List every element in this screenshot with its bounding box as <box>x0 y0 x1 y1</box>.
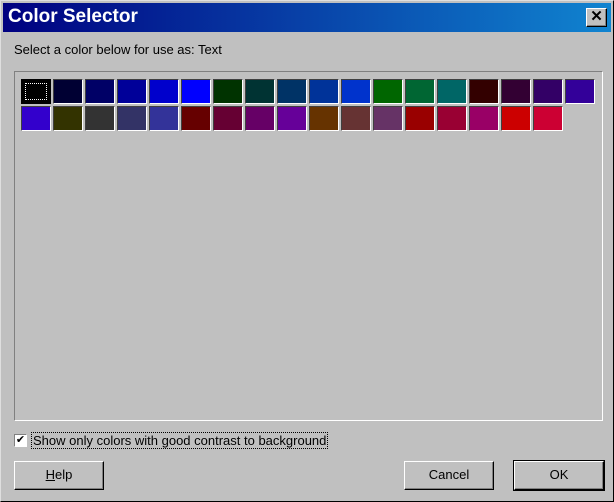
color-swatch[interactable] <box>117 79 147 104</box>
color-swatch[interactable] <box>373 79 403 104</box>
color-swatch[interactable] <box>85 106 115 131</box>
color-swatch[interactable] <box>277 106 307 131</box>
close-button[interactable]: ✕ <box>586 8 607 27</box>
color-swatch[interactable] <box>213 106 243 131</box>
color-swatch[interactable] <box>245 106 275 131</box>
color-swatch[interactable] <box>85 79 115 104</box>
color-swatch[interactable] <box>53 79 83 104</box>
color-swatch[interactable] <box>405 106 435 131</box>
color-swatch[interactable] <box>181 106 211 131</box>
color-swatch[interactable] <box>533 79 563 104</box>
color-swatch[interactable] <box>437 79 467 104</box>
color-selector-dialog: Color Selector ✕ Select a color below fo… <box>0 0 614 502</box>
color-swatch[interactable] <box>149 106 179 131</box>
color-swatch[interactable] <box>373 106 403 131</box>
color-swatch[interactable] <box>405 79 435 104</box>
color-swatch[interactable] <box>469 106 499 131</box>
color-swatch[interactable] <box>437 106 467 131</box>
color-swatch[interactable] <box>341 106 371 131</box>
color-swatch[interactable] <box>533 106 563 131</box>
checkmark-icon: ✔ <box>15 434 26 446</box>
color-swatch[interactable] <box>565 79 595 104</box>
color-swatch[interactable] <box>181 79 211 104</box>
close-icon: ✕ <box>590 8 603 25</box>
contrast-checkbox[interactable]: ✔ <box>14 434 27 447</box>
color-swatch[interactable] <box>117 106 147 131</box>
window-title: Color Selector <box>8 6 138 27</box>
contrast-checkbox-label[interactable]: Show only colors with good contrast to b… <box>31 432 329 449</box>
color-swatch[interactable] <box>53 106 83 131</box>
color-swatch[interactable] <box>501 79 531 104</box>
help-button[interactable]: Help <box>14 461 104 490</box>
color-swatch[interactable] <box>213 79 243 104</box>
prompt-label: Select a color below for use as: Text <box>14 42 222 57</box>
color-swatch[interactable] <box>21 79 51 104</box>
help-label-rest: elp <box>55 467 73 482</box>
color-palette <box>14 71 603 421</box>
color-swatch[interactable] <box>341 79 371 104</box>
color-swatch[interactable] <box>21 106 51 131</box>
color-swatch[interactable] <box>309 79 339 104</box>
color-swatch[interactable] <box>309 106 339 131</box>
color-swatch[interactable] <box>245 79 275 104</box>
cancel-button[interactable]: Cancel <box>404 461 494 490</box>
ok-button[interactable]: OK <box>513 460 605 491</box>
color-swatch[interactable] <box>469 79 499 104</box>
color-swatch[interactable] <box>277 79 307 104</box>
color-swatch[interactable] <box>501 106 531 131</box>
title-bar[interactable]: Color Selector ✕ <box>3 3 611 32</box>
color-swatch[interactable] <box>149 79 179 104</box>
help-accel: H <box>45 467 56 482</box>
